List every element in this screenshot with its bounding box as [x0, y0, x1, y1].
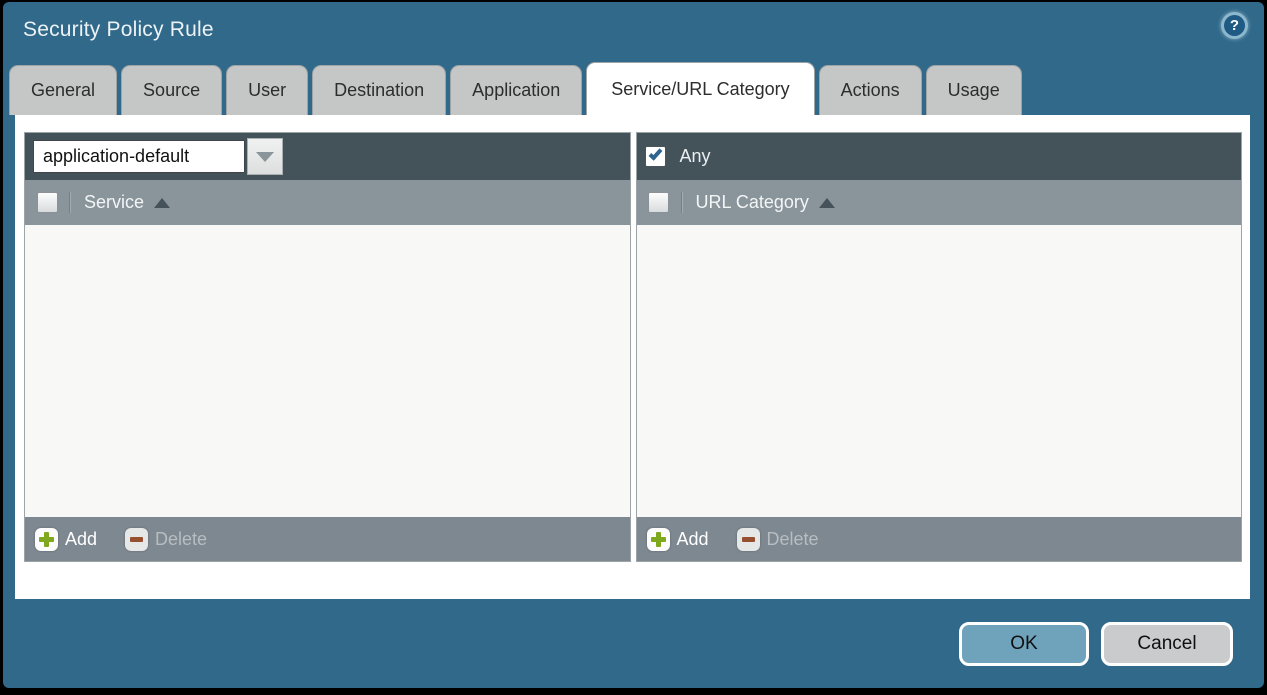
security-policy-rule-dialog: Security Policy Rule ? General Source Us…	[3, 2, 1264, 688]
service-footer: Add Delete	[25, 517, 630, 561]
tab-label: Destination	[334, 80, 424, 101]
sort-ascending-icon	[154, 198, 170, 208]
service-add-button[interactable]: Add	[35, 528, 97, 551]
service-panel: Service Add	[24, 132, 631, 562]
tab-label: Source	[143, 80, 200, 101]
url-category-column-header[interactable]: URL Category	[696, 192, 835, 213]
url-category-toolbar: Any	[637, 133, 1242, 180]
url-category-delete-button[interactable]: Delete	[737, 528, 819, 551]
tab-usage[interactable]: Usage	[926, 65, 1022, 115]
url-category-column-label: URL Category	[696, 192, 809, 213]
service-type-dropdown-button[interactable]	[247, 138, 283, 175]
delete-label: Delete	[155, 529, 207, 550]
add-label: Add	[677, 529, 709, 550]
service-select-all-checkbox[interactable]	[37, 192, 58, 213]
service-column-header[interactable]: Service	[84, 192, 170, 213]
add-label: Add	[65, 529, 97, 550]
delete-label: Delete	[767, 529, 819, 550]
tab-application[interactable]: Application	[450, 65, 582, 115]
url-category-table-header: URL Category	[637, 180, 1242, 225]
url-category-add-button[interactable]: Add	[647, 528, 709, 551]
tab-content: Service Add	[15, 115, 1250, 599]
tab-source[interactable]: Source	[121, 65, 222, 115]
tab-user[interactable]: User	[226, 65, 308, 115]
plus-icon	[647, 528, 670, 551]
tab-label: General	[31, 80, 95, 101]
dialog-title: Security Policy Rule	[23, 18, 214, 42]
tab-bar: General Source User Destination Applicat…	[9, 62, 1258, 115]
service-table-header: Service	[25, 180, 630, 225]
minus-icon	[737, 528, 760, 551]
cancel-label: Cancel	[1137, 633, 1196, 655]
ok-button[interactable]: OK	[959, 622, 1089, 666]
url-category-list	[637, 225, 1242, 517]
service-type-combobox	[33, 138, 283, 175]
url-category-panel: Any URL Category	[636, 132, 1243, 562]
tab-label: Actions	[841, 80, 900, 101]
url-category-footer: Add Delete	[637, 517, 1242, 561]
any-checkbox[interactable]	[645, 146, 666, 167]
tab-service-url-category[interactable]: Service/URL Category	[586, 62, 814, 115]
service-type-input[interactable]	[33, 140, 245, 173]
ok-label: OK	[1010, 633, 1037, 655]
plus-icon	[35, 528, 58, 551]
service-toolbar	[25, 133, 630, 180]
service-delete-button[interactable]: Delete	[125, 528, 207, 551]
tab-label: Service/URL Category	[611, 79, 789, 100]
minus-icon	[125, 528, 148, 551]
help-icon[interactable]: ?	[1221, 12, 1248, 39]
help-glyph: ?	[1230, 17, 1239, 34]
service-list	[25, 225, 630, 517]
tab-label: Usage	[948, 80, 1000, 101]
tab-actions[interactable]: Actions	[819, 65, 922, 115]
sort-ascending-icon	[819, 198, 835, 208]
title-bar: Security Policy Rule ?	[3, 2, 1264, 62]
chevron-down-icon	[256, 152, 274, 162]
tab-label: User	[248, 80, 286, 101]
any-label: Any	[680, 146, 711, 167]
tab-destination[interactable]: Destination	[312, 65, 446, 115]
checkmark-icon	[648, 146, 662, 160]
url-category-select-all-checkbox[interactable]	[648, 192, 669, 213]
tab-general[interactable]: General	[9, 65, 117, 115]
service-column-label: Service	[84, 192, 144, 213]
tab-label: Application	[472, 80, 560, 101]
cancel-button[interactable]: Cancel	[1101, 622, 1233, 666]
